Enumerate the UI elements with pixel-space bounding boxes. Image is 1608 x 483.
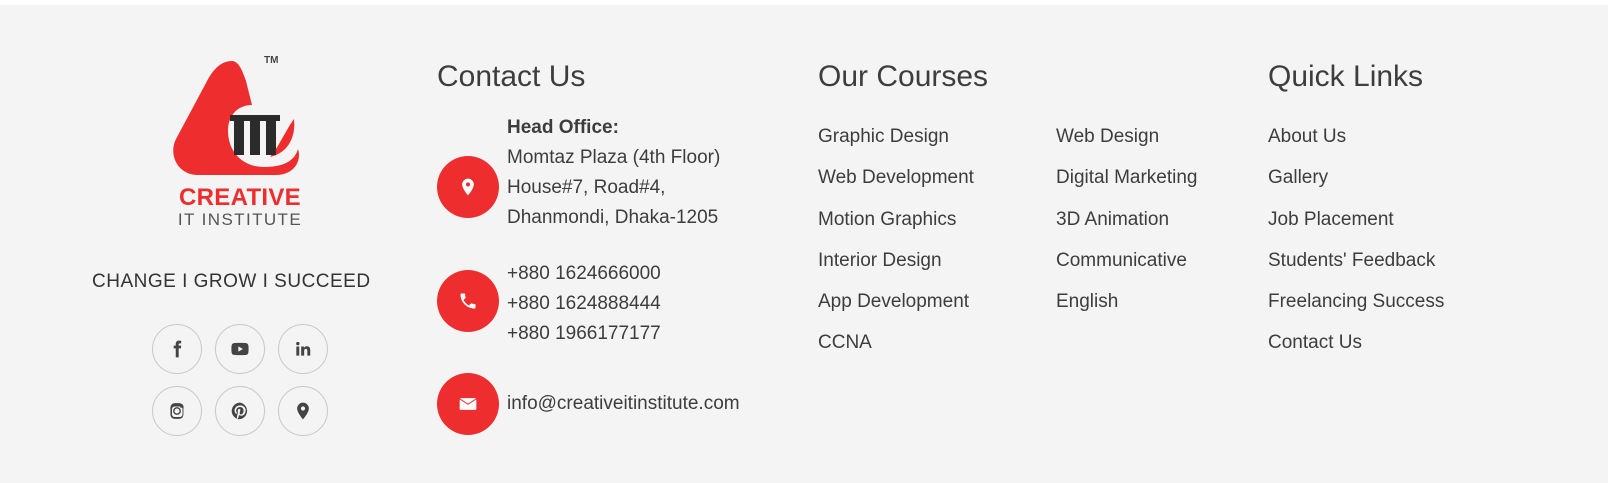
course-link[interactable]: Interior Design <box>818 250 974 291</box>
email-badge <box>437 373 499 435</box>
linkedin-button[interactable] <box>278 324 328 374</box>
brand-subname: IT INSTITUTE <box>177 210 303 229</box>
course-link[interactable]: Web Development <box>818 167 974 208</box>
pinterest-button[interactable] <box>215 386 265 436</box>
quick-link[interactable]: Freelancing Success <box>1268 291 1444 332</box>
course-link[interactable]: App Development <box>818 291 974 332</box>
quick-links-list: About Us Gallery Job Placement Students'… <box>1268 126 1444 374</box>
phone-list: +880 1624666000 +880 1624888444 +880 196… <box>507 259 661 349</box>
quick-link[interactable]: Students' Feedback <box>1268 250 1444 291</box>
address-line: Momtaz Plaza (4th Floor) <box>507 147 721 168</box>
quick-links-title: Quick Links <box>1268 60 1424 93</box>
course-link[interactable]: 3D Animation <box>1056 209 1198 250</box>
trademark-symbol: TM <box>264 55 279 66</box>
youtube-button[interactable] <box>215 324 265 374</box>
course-link[interactable]: English <box>1056 291 1198 332</box>
brand-tagline: CHANGE I GROW I SUCCEED <box>92 271 371 292</box>
linkedin-icon <box>296 341 311 356</box>
address-line: Dhanmondi, Dhaka-1205 <box>507 207 719 228</box>
course-link[interactable]: Graphic Design <box>818 126 974 167</box>
email-link[interactable]: info@creativeitinstitute.com <box>507 389 740 419</box>
location-button[interactable] <box>278 386 328 436</box>
contact-title: Contact Us <box>437 60 586 93</box>
course-link[interactable]: Digital Marketing <box>1056 167 1198 208</box>
youtube-icon <box>231 342 249 356</box>
quick-link[interactable]: Contact Us <box>1268 332 1444 373</box>
quick-link[interactable]: About Us <box>1268 126 1444 167</box>
pinterest-icon <box>231 402 248 420</box>
quick-link[interactable]: Job Placement <box>1268 209 1444 250</box>
instagram-button[interactable] <box>152 386 202 436</box>
phone-number[interactable]: +880 1966177177 <box>507 319 661 349</box>
course-link[interactable]: Web Design <box>1056 126 1198 167</box>
site-footer: TM CREATIVE IT INSTITUTE CHANGE I GROW I… <box>0 5 1608 483</box>
address-block: Head Office: Momtaz Plaza (4th Floor) Ho… <box>507 113 720 233</box>
envelope-icon <box>459 398 477 410</box>
address-line: House#7, Road#4, <box>507 177 666 198</box>
course-link[interactable]: Communicative <box>1056 250 1198 291</box>
address-badge <box>437 156 499 218</box>
quick-link[interactable]: Gallery <box>1268 167 1444 208</box>
phone-badge <box>437 270 499 332</box>
course-link[interactable]: Motion Graphics <box>818 209 974 250</box>
facebook-button[interactable] <box>152 324 202 374</box>
map-pin-icon <box>462 178 474 196</box>
brand-name: CREATIVE <box>179 184 301 211</box>
map-pin-icon <box>297 402 309 420</box>
course-link[interactable]: CCNA <box>818 332 974 373</box>
facebook-icon <box>173 340 182 358</box>
phone-number[interactable]: +880 1624666000 <box>507 259 661 289</box>
office-label: Head Office: <box>507 117 619 138</box>
logo-mark-icon <box>173 61 300 175</box>
phone-icon <box>460 293 476 309</box>
phone-number[interactable]: +880 1624888444 <box>507 289 661 319</box>
courses-title: Our Courses <box>818 60 989 93</box>
courses-list-left: Graphic Design Web Development Motion Gr… <box>818 126 974 374</box>
courses-list-right: Web Design Digital Marketing 3D Animatio… <box>1056 126 1198 332</box>
brand-logo[interactable]: TM CREATIVE IT INSTITUTE <box>172 53 312 233</box>
instagram-icon <box>170 403 184 419</box>
